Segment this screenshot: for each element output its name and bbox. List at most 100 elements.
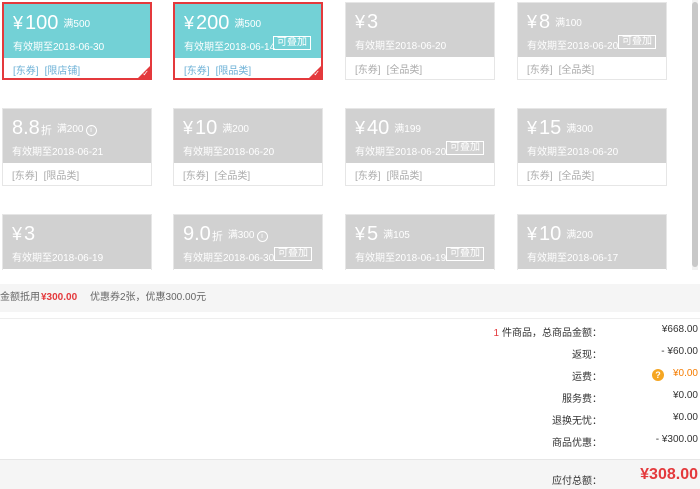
info-icon[interactable]: i	[85, 125, 97, 136]
summary-value: ¥300.00	[41, 292, 78, 303]
coupon-face: 8.8折 满200 i 有效期至2018-06-21	[3, 109, 151, 163]
coupon-scope-tag: [东券]	[527, 171, 553, 182]
coupon-card[interactable]: ¥15 满300 有效期至2018-06-20 [东券] [全品类]	[517, 108, 667, 186]
coupon-threshold: 满100	[555, 18, 582, 29]
currency-symbol: ¥	[355, 12, 366, 32]
coupon-face: ¥40 满199 有效期至2018-06-20 可叠加	[346, 109, 494, 163]
cashback-row: 返现： - ¥60.00	[0, 346, 700, 366]
coupon-amount-value: 40	[367, 117, 390, 139]
coupon-threshold: 满200	[56, 124, 84, 135]
coupon-card[interactable]: ¥8 满100 有效期至2018-06-20 可叠加 [东券] [全品类]	[517, 2, 667, 80]
coupon-scrollbar[interactable]	[692, 0, 698, 270]
coupon-scope-tag: [限品类]	[386, 171, 423, 182]
service-fee-label: 服务费：	[562, 394, 602, 405]
coupon-card[interactable]: ¥100 满500 有效期至2018-06-30 [东券] [限店铺] ✓	[2, 2, 152, 80]
discount-unit: 折	[40, 125, 52, 137]
coupon-card[interactable]: ¥3 有效期至2018-06-19	[2, 214, 152, 270]
coupon-expiry: 有效期至2018-06-30	[183, 253, 275, 264]
stackable-badge: 可叠加	[273, 36, 311, 50]
items-total-label: 1 件商品，总商品金额：	[493, 324, 602, 339]
coupon-amount: ¥5 满105	[355, 223, 410, 247]
summary-detail: 优惠券2张，优惠300.00元	[90, 292, 207, 303]
coupon-threshold: 满300	[566, 124, 593, 135]
coupon-amount: ¥10 满200	[183, 117, 249, 141]
coupon-amount: ¥3	[355, 11, 378, 33]
coupon-card[interactable]: ¥10 满200 有效期至2018-06-17	[517, 214, 667, 270]
coupon-card[interactable]: ¥10 满200 有效期至2018-06-20 [东券] [全品类]	[173, 108, 323, 186]
coupon-expiry: 有效期至2018-06-20	[527, 147, 619, 158]
coupon-scope-tag: [东券]	[355, 171, 381, 182]
coupon-amount-value: 10	[195, 117, 218, 139]
checkmark-icon: ✓	[313, 69, 320, 78]
coupon-scope: [东券] [限品类]	[184, 62, 257, 77]
coupon-amount: ¥10 满200	[527, 223, 593, 247]
coupon-amount: ¥8 满100	[527, 11, 582, 35]
coupon-amount-value: 10	[539, 223, 562, 245]
stackable-badge: 可叠加	[446, 247, 484, 261]
coupon-threshold: 满500	[63, 19, 91, 30]
coupon-expiry: 有效期至2018-06-17	[527, 253, 619, 264]
coupon-face: ¥10 满200 有效期至2018-06-20	[174, 109, 322, 163]
coupon-face: ¥10 满200 有效期至2018-06-17	[518, 215, 666, 269]
coupon-amount: ¥3	[12, 223, 35, 245]
coupon-expiry: 有效期至2018-06-19	[355, 253, 447, 264]
coupon-face: ¥5 满105 有效期至2018-06-19 可叠加	[346, 215, 494, 269]
payable-bar: 应付总额： ¥308.00	[0, 459, 700, 489]
coupon-expiry: 有效期至2018-06-20	[355, 41, 447, 52]
coupon-expiry: 有效期至2018-06-30	[13, 42, 105, 53]
coupon-card[interactable]: ¥40 满199 有效期至2018-06-20 可叠加 [东券] [限品类]	[345, 108, 495, 186]
coupon-card[interactable]: 8.8折 满200 i 有效期至2018-06-21 [东券] [限品类]	[2, 108, 152, 186]
currency-symbol: ¥	[527, 118, 538, 138]
discount-unit: 折	[211, 231, 223, 243]
coupon-amount: ¥40 满199	[355, 117, 421, 141]
coupon-expiry: 有效期至2018-06-20	[183, 147, 275, 158]
coupon-scope-tag: [东券]	[13, 66, 39, 77]
coupon-expiry: 有效期至2018-06-19	[12, 253, 104, 264]
coupon-amount: ¥15 满300	[527, 117, 593, 141]
coupon-threshold: 满300	[227, 230, 255, 241]
coupon-amount-value: 5	[367, 223, 379, 245]
coupon-amount: ¥200 满500	[184, 12, 261, 36]
service-fee-row: 服务费： ¥0.00	[0, 390, 700, 410]
scrollbar-thumb[interactable]	[692, 2, 698, 267]
coupon-scope-tag: [限品类]	[43, 171, 80, 182]
coupon-scope-tag: [东券]	[183, 171, 209, 182]
coupon-threshold: 满105	[383, 230, 410, 241]
coupon-card[interactable]: ¥200 满500 有效期至2018-06-14 可叠加 [东券] [限品类] ✓	[173, 2, 323, 80]
coupon-amount-value: 200	[196, 12, 230, 34]
coupon-card[interactable]: ¥3 有效期至2018-06-20 [东券] [全品类]	[345, 2, 495, 80]
payable-value: ¥308.00	[640, 466, 698, 483]
coupon-amount-value: 8	[539, 11, 551, 33]
coupon-scope: [东券] [全品类]	[355, 61, 428, 76]
checkmark-icon: ✓	[142, 69, 149, 78]
coupon-scope-tag: [全品类]	[386, 65, 423, 76]
cashback-label: 返现：	[572, 350, 602, 361]
product-discount-value: - ¥300.00	[655, 434, 698, 445]
currency-symbol: ¥	[12, 224, 23, 244]
coupon-summary-bar: 金额抵用 ¥300.00 优惠券2张，优惠300.00元	[0, 284, 700, 312]
coupon-amount-value: 15	[539, 117, 562, 139]
coupon-amount: 9.0折 满300 i	[183, 223, 268, 248]
items-label-text: 件商品，总商品金额：	[502, 328, 602, 339]
stackable-badge: 可叠加	[446, 141, 484, 155]
coupon-expiry: 有效期至2018-06-14	[184, 42, 276, 53]
coupon-scope: [东券] [全品类]	[527, 61, 600, 76]
shipping-help-icon[interactable]: ?	[652, 369, 664, 381]
coupon-card[interactable]: ¥5 满105 有效期至2018-06-19 可叠加	[345, 214, 495, 270]
coupon-scope-tag: [全品类]	[558, 171, 595, 182]
info-icon[interactable]: i	[256, 231, 268, 242]
return-worry-free-value: ¥0.00	[672, 412, 698, 423]
coupon-card[interactable]: 9.0折 满300 i 有效期至2018-06-30 可叠加	[173, 214, 323, 270]
divider	[0, 318, 700, 319]
currency-symbol: ¥	[183, 118, 194, 138]
coupon-face: ¥100 满500 有效期至2018-06-30	[4, 4, 150, 58]
currency-symbol: ¥	[184, 13, 195, 33]
shipping-value: ¥0.00	[672, 368, 698, 379]
coupon-face: 9.0折 满300 i 有效期至2018-06-30 可叠加	[174, 215, 322, 269]
shipping-row: 运费： ? ¥0.00	[0, 368, 700, 388]
service-fee-value: ¥0.00	[672, 390, 698, 401]
coupon-threshold: 满200	[222, 124, 249, 135]
currency-symbol: ¥	[355, 118, 366, 138]
items-total-value: ¥668.00	[661, 324, 698, 335]
coupon-amount: 8.8折 满200 i	[12, 117, 97, 142]
